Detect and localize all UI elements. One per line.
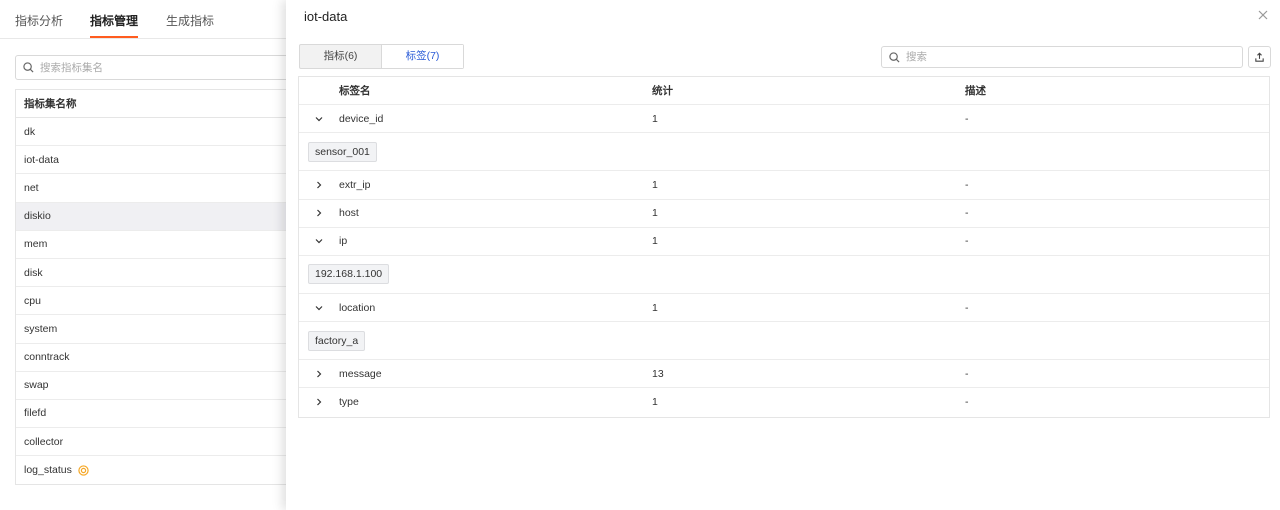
tag-count: 13 [652,367,664,380]
chevron-down-icon[interactable] [314,303,324,313]
export-icon [1255,52,1264,62]
tag-search[interactable] [881,46,1243,68]
tag-row[interactable]: ip 1 - [299,228,1269,256]
tag-value-chip[interactable]: 192.168.1.100 [308,264,390,285]
tag-row[interactable]: location 1 - [299,294,1269,323]
search-icon [889,51,900,63]
tag-description: - [965,178,969,191]
metric-set-row[interactable]: conntrack [16,344,304,372]
drawer-tab-switch: 指标(6) 标签(7) [299,44,464,69]
chevron-right-icon[interactable] [314,208,324,218]
metric-set-row[interactable]: swap [16,372,304,400]
metric-set-search[interactable] [15,55,305,80]
tag-value-chip[interactable]: sensor_001 [308,141,377,162]
tag-count: 1 [652,301,658,314]
metric-set-name: system [24,322,58,335]
metric-set-name: diskio [24,210,51,223]
tag-description: - [965,301,969,314]
tab-metric-management[interactable]: 指标管理 [90,12,139,38]
metric-set-search-input[interactable] [40,61,280,74]
tag-row[interactable]: device_id 1 - [299,105,1269,134]
tab-metrics[interactable]: 指标(6) [300,45,381,68]
status-ring-icon [78,465,89,476]
metric-set-row[interactable]: disk [16,259,304,288]
metric-set-name: disk [24,266,43,279]
tag-row[interactable]: message 13 - [299,360,1269,389]
metric-set-row[interactable]: collector [16,428,304,457]
tag-description: - [965,207,969,220]
chevron-right-icon[interactable] [314,369,324,379]
chevron-down-icon[interactable] [314,236,324,246]
chevron-down-icon[interactable] [314,114,324,124]
chevron-right-icon[interactable] [314,180,324,190]
tag-table: 标签名 统计 描述 device_id 1 - sensor_001 extr_ip 1 -… [298,76,1270,418]
tag-name: device_id [339,112,384,125]
metric-set-detail-drawer: iot-data 指标(6) 标签(7) 标签名 统计 描述 device_id… [286,0,1280,510]
drawer-title: iot-data [304,9,348,24]
tag-description: - [965,235,969,248]
tag-row[interactable]: extr_ip 1 - [299,171,1269,200]
metric-set-row[interactable]: diskio [16,202,304,231]
metric-set-table-header: 指标集名称 [16,90,304,118]
metric-set-row[interactable]: system [16,315,304,344]
tag-count: 1 [652,396,658,409]
tag-row[interactable]: type 1 - [299,388,1269,416]
column-header-tag-name: 标签名 [339,85,371,98]
metric-set-name: dk [24,125,36,138]
metric-set-name: collector [24,435,64,448]
column-header-count: 统计 [652,85,673,98]
tag-values-row: sensor_001 [299,133,1269,172]
tag-row[interactable]: host 1 - [299,200,1269,228]
metric-set-row[interactable]: cpu [16,287,304,316]
metric-set-row[interactable]: log_status [16,456,304,484]
metric-set-name: net [24,181,39,194]
export-button[interactable] [1248,46,1271,68]
tag-table-header: 标签名 统计 描述 [299,77,1269,106]
tab-generate-metric[interactable]: 生成指标 [166,12,214,29]
close-icon[interactable] [1256,8,1270,22]
tag-count: 1 [652,112,658,125]
metric-set-name: log_status [24,464,72,477]
metric-set-row[interactable]: mem [16,231,304,259]
metric-set-name: cpu [24,294,41,307]
tag-search-input[interactable] [906,51,1226,63]
tag-count: 1 [652,207,658,220]
tab-tags[interactable]: 标签(7) [381,45,463,68]
metric-set-row[interactable]: filefd [16,400,304,429]
tag-name: extr_ip [339,178,371,191]
search-icon [23,62,34,73]
tag-count: 1 [652,178,658,191]
tag-value-chip[interactable]: factory_a [308,330,366,351]
tag-count: 1 [652,235,658,248]
tag-name: location [339,301,376,314]
tag-name: message [339,367,382,380]
tag-description: - [965,396,969,409]
metric-set-name: conntrack [24,351,70,364]
metric-set-name: iot-data [24,153,60,166]
metric-set-table: 指标集名称 dk iot-data net diskio mem disk cpu syste… [15,89,305,486]
metric-set-row[interactable]: iot-data [16,146,304,175]
metric-set-row[interactable]: dk [16,118,304,147]
metric-set-name: mem [24,238,48,251]
column-header-description: 描述 [965,85,986,98]
chevron-right-icon[interactable] [314,397,324,407]
tag-values-row: factory_a [299,322,1269,361]
tag-values-row: 192.168.1.100 [299,256,1269,294]
tag-name: ip [339,235,348,248]
metric-set-name: swap [24,379,49,392]
metric-set-row[interactable]: net [16,174,304,203]
tag-name: host [339,207,359,220]
tag-name: type [339,396,359,409]
tag-description: - [965,367,969,380]
tab-metric-analysis[interactable]: 指标分析 [15,12,63,29]
metric-set-name: filefd [24,407,47,420]
tag-description: - [965,112,969,125]
